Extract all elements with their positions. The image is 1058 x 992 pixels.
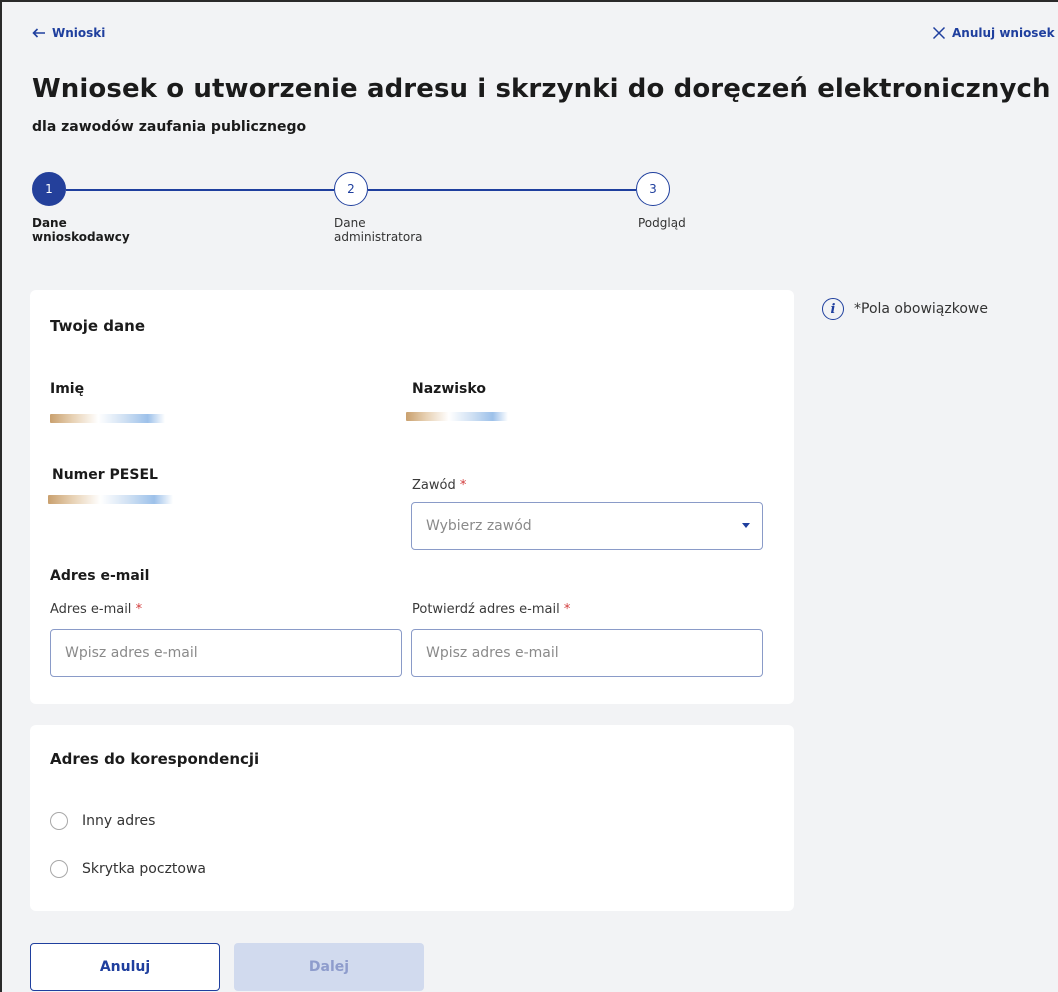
confirm-email-field[interactable]: Wpisz adres e-mail [411, 629, 763, 677]
page-title: Wniosek o utworzenie adresu i skrzynki d… [32, 74, 1051, 104]
last-name-value-redacted [406, 412, 508, 421]
cancel-application-link[interactable]: Anuluj wniosek [932, 26, 1055, 40]
confirm-email-field-placeholder: Wpisz adres e-mail [426, 645, 559, 661]
caret-down-icon [742, 523, 750, 528]
radio-button[interactable] [50, 860, 68, 878]
confirm-email-label-text: Potwierdź adres e-mail [412, 602, 560, 617]
radio-option-po-box[interactable]: Skrytka pocztowa [50, 860, 206, 878]
personal-data-card: Twoje dane Imię Nazwisko Numer PESEL Zaw… [30, 290, 794, 704]
first-name-value-redacted [50, 414, 165, 423]
step-1-label-line1: Dane [32, 216, 67, 230]
required-marker: * [459, 478, 467, 493]
profession-label-text: Zawód [412, 478, 456, 493]
pesel-value-redacted [48, 495, 173, 504]
email-label: Adres e-mail * [50, 602, 142, 617]
step-2-label-line2: administratora [334, 230, 423, 244]
required-marker: * [135, 602, 143, 617]
email-section-title: Adres e-mail [50, 568, 150, 584]
required-fields-note: i *Pola obowiązkowe [822, 298, 988, 320]
step-2-label: Dane administratora [334, 216, 423, 244]
radio-option-label: Inny adres [82, 813, 156, 829]
profession-select[interactable]: Wybierz zawód [411, 502, 763, 550]
required-marker: * [563, 602, 571, 617]
profession-select-placeholder: Wybierz zawód [426, 518, 532, 534]
last-name-label: Nazwisko [412, 381, 486, 397]
back-to-applications-link[interactable]: Wnioski [32, 26, 105, 40]
pesel-label: Numer PESEL [52, 467, 158, 483]
cancel-button[interactable]: Anuluj [30, 943, 220, 991]
stepper-connector [66, 189, 334, 191]
step-1-indicator: 1 [32, 172, 66, 206]
email-field-placeholder: Wpisz adres e-mail [65, 645, 198, 661]
step-1-label: Dane wnioskodawcy [32, 216, 130, 244]
correspondence-address-card: Adres do korespondencji Inny adres Skryt… [30, 725, 794, 911]
step-2-label-line1: Dane [334, 216, 366, 230]
first-name-label: Imię [50, 381, 85, 397]
back-link-label: Wnioski [52, 26, 106, 40]
stepper-connector [368, 189, 636, 191]
required-fields-text: *Pola obowiązkowe [854, 301, 988, 317]
next-button[interactable]: Dalej [234, 943, 424, 991]
radio-option-label: Skrytka pocztowa [82, 861, 206, 877]
step-2-indicator: 2 [334, 172, 368, 206]
close-icon [932, 26, 946, 40]
email-label-text: Adres e-mail [50, 602, 132, 617]
cancel-link-label: Anuluj wniosek [952, 26, 1055, 40]
step-3-label: Podgląd [638, 216, 686, 230]
personal-data-title: Twoje dane [50, 317, 145, 335]
step-1-label-line2: wnioskodawcy [32, 230, 130, 244]
info-icon: i [822, 298, 844, 320]
radio-option-other-address[interactable]: Inny adres [50, 812, 155, 830]
radio-button[interactable] [50, 812, 68, 830]
confirm-email-label: Potwierdź adres e-mail * [412, 602, 570, 617]
step-3-indicator: 3 [636, 172, 670, 206]
page-subtitle: dla zawodów zaufania publicznego [32, 119, 307, 135]
step-3-label-line1: Podgląd [638, 216, 686, 230]
profession-label: Zawód * [412, 478, 466, 493]
arrow-left-icon [32, 28, 45, 38]
email-field[interactable]: Wpisz adres e-mail [50, 629, 402, 677]
correspondence-title: Adres do korespondencji [50, 750, 260, 768]
